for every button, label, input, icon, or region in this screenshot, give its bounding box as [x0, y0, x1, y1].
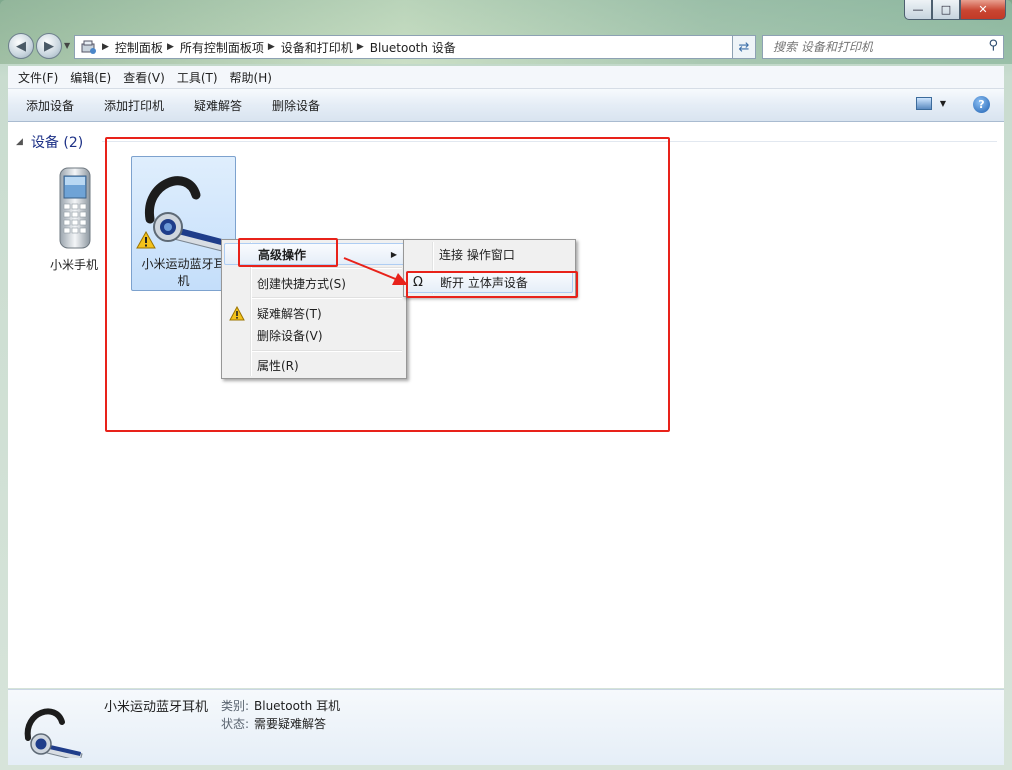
menu-item-troubleshoot[interactable]: 疑难解答(T)	[224, 302, 404, 324]
view-dropdown-icon[interactable]: ▼	[940, 99, 946, 108]
submenu-item-connect[interactable]: 连接 操作窗口	[406, 243, 573, 265]
close-icon: ✕	[978, 3, 988, 16]
devices-group-header[interactable]: ◢ 设备 (2)	[16, 132, 83, 152]
devices-group-title: 设备 (2)	[30, 135, 84, 151]
breadcrumb-separator-icon[interactable]: ▶	[357, 42, 364, 52]
menu-item-label: 删除设备(V)	[257, 328, 323, 343]
breadcrumb-separator-icon[interactable]: ▶	[268, 42, 275, 52]
details-device-name: 小米运动蓝牙耳机	[104, 700, 209, 715]
breadcrumb-control-panel[interactable]: 控制面板	[115, 39, 163, 56]
details-status-value: 需要疑难解答	[254, 717, 327, 731]
menu-bar: 文件(F) 编辑(E) 查看(V) 工具(T) 帮助(H)	[8, 66, 1004, 89]
breadcrumb-bluetooth-devices[interactable]: Bluetooth 设备	[370, 39, 456, 56]
command-bar: 添加设备 添加打印机 疑难解答 删除设备 ▼ ?	[8, 89, 1004, 122]
menu-help[interactable]: 帮助(H)	[230, 69, 272, 86]
explorer-window: — □ ✕ ◀ ▶ ▼ ▶ 控制面板 ▶ 所有控制面板项 ▶ 设备和打印机 ▶ …	[0, 0, 1012, 770]
details-category-value: Bluetooth 耳机	[254, 699, 341, 713]
menu-item-label: 创建快捷方式(S)	[257, 276, 346, 291]
device-label: 小米手机	[49, 258, 98, 272]
menu-item-properties[interactable]: 属性(R)	[224, 354, 404, 376]
details-status-label: 状态:	[221, 717, 250, 731]
recent-pages-dropdown-icon[interactable]: ▼	[64, 41, 70, 50]
troubleshoot-button[interactable]: 疑难解答	[194, 97, 242, 114]
menu-item-label: 连接 操作窗口	[439, 247, 515, 262]
collapse-icon[interactable]: ◢	[16, 137, 23, 147]
forward-arrow-icon: ▶	[44, 38, 54, 54]
control-panel-icon	[81, 40, 96, 54]
back-button[interactable]: ◀	[8, 33, 34, 59]
annotation-highlight-box	[238, 238, 338, 267]
annotation-arrow-icon	[343, 257, 408, 285]
back-arrow-icon: ◀	[16, 38, 26, 54]
close-button[interactable]: ✕	[960, 0, 1006, 20]
breadcrumb-devices-printers[interactable]: 设备和打印机	[281, 39, 353, 56]
remove-device-button[interactable]: 删除设备	[272, 97, 320, 114]
add-printer-button[interactable]: 添加打印机	[104, 97, 164, 114]
details-category-label: 类别:	[221, 699, 250, 713]
menu-edit[interactable]: 编辑(E)	[70, 69, 111, 86]
help-icon: ?	[978, 98, 985, 111]
minimize-button[interactable]: —	[904, 0, 932, 20]
bluetooth-headset-icon	[24, 708, 83, 758]
search-icon[interactable]: ⚲	[988, 38, 998, 53]
navigation-bar: ◀ ▶ ▼ ▶ 控制面板 ▶ 所有控制面板项 ▶ 设备和打印机 ▶ Blueto…	[8, 32, 1004, 60]
maximize-icon: □	[940, 3, 952, 16]
search-box[interactable]: ⚲	[762, 35, 1004, 59]
menu-item-remove-device[interactable]: 删除设备(V)	[224, 324, 404, 346]
caption-buttons: — □ ✕	[904, 0, 1006, 20]
menu-tools[interactable]: 工具(T)	[177, 69, 218, 86]
refresh-icon: ⇄	[738, 39, 750, 55]
menu-item-label: 疑难解答(T)	[257, 306, 322, 321]
menu-separator	[252, 350, 402, 352]
menu-item-label: 属性(R)	[257, 358, 299, 373]
help-button[interactable]: ?	[973, 96, 990, 113]
view-icon	[915, 97, 932, 110]
mobile-phone-icon	[59, 167, 91, 249]
minimize-icon: —	[912, 3, 924, 16]
breadcrumb-separator-icon[interactable]: ▶	[102, 42, 109, 52]
menu-separator	[252, 297, 402, 299]
address-bar[interactable]: ▶ 控制面板 ▶ 所有控制面板项 ▶ 设备和打印机 ▶ Bluetooth 设备…	[74, 35, 756, 59]
warning-icon	[229, 305, 245, 320]
annotation-highlight-box	[406, 271, 578, 298]
maximize-button[interactable]: □	[932, 0, 960, 20]
breadcrumb-separator-icon[interactable]: ▶	[167, 42, 174, 52]
add-device-button[interactable]: 添加设备	[26, 97, 74, 114]
change-view-button[interactable]: ▼	[915, 97, 946, 110]
refresh-button[interactable]: ⇄	[732, 35, 756, 59]
details-pane: 小米运动蓝牙耳机 类别: Bluetooth 耳机 状态: 需要疑难解答	[8, 689, 1004, 765]
search-input[interactable]	[771, 39, 975, 55]
menu-view[interactable]: 查看(V)	[123, 69, 165, 86]
breadcrumb-all-items[interactable]: 所有控制面板项	[180, 39, 264, 56]
menu-file[interactable]: 文件(F)	[18, 69, 58, 86]
device-xiaomi-phone[interactable]: 小米手机	[40, 162, 108, 272]
forward-button[interactable]: ▶	[36, 33, 62, 59]
